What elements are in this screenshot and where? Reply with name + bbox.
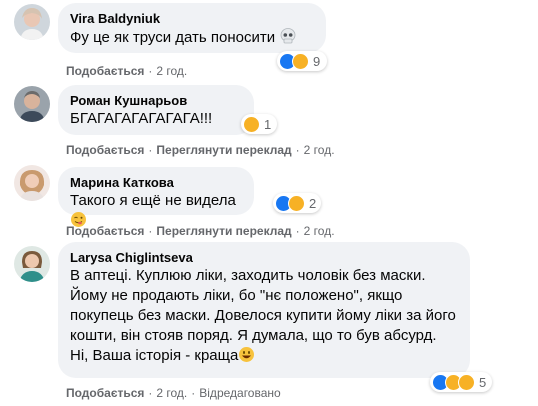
comment-text: В аптеці. Куплюю ліки, заходить чоловік … <box>70 266 458 369</box>
comment-author[interactable]: Роман Кушнарьов <box>70 92 242 109</box>
avatar[interactable] <box>14 4 50 40</box>
reaction-count: 5 <box>479 374 487 390</box>
reaction-count: 1 <box>264 116 272 132</box>
avatar[interactable] <box>14 246 50 282</box>
reactions-summary[interactable]: 9 <box>277 51 327 71</box>
comment: Larysa Chiglintseva В аптеці. Куплюю лік… <box>0 240 538 406</box>
comment-bubble: Марина Каткова Такого я ещё не видела <box>58 167 254 227</box>
comment: Роман Кушнарьов БГАГАГАГАГАГАГА!!! 1 Под… <box>0 82 538 158</box>
comment-author[interactable]: Марина Каткова <box>70 174 242 191</box>
like-button[interactable]: Подобається <box>66 386 144 400</box>
timestamp[interactable]: 2 год. <box>304 224 335 238</box>
reactions-summary[interactable]: 5 <box>430 372 492 392</box>
see-translation-button[interactable]: Переглянути переклад <box>156 143 291 157</box>
comment-actions: Подобається · Переглянути переклад · 2 год. <box>66 223 335 239</box>
avatar[interactable] <box>14 86 50 122</box>
separator: · <box>148 386 153 400</box>
timestamp[interactable]: 2 год. <box>156 64 187 78</box>
comment-bubble: Роман Кушнарьов БГАГАГАГАГАГАГА!!! <box>58 85 254 135</box>
haha-reaction-icon <box>292 52 309 70</box>
edited-label: Відредаговано <box>199 386 281 400</box>
separator: · <box>148 224 153 238</box>
like-button[interactable]: Подобається <box>66 224 144 238</box>
comment-actions: Подобається · Переглянути переклад · 2 год. <box>66 142 335 158</box>
skull-emoji <box>279 27 297 51</box>
reactions-summary[interactable]: 1 <box>241 114 277 134</box>
comment-bubble: Vira Baldyniuk Фу це як труси дать понос… <box>58 3 326 53</box>
comment-author[interactable]: Vira Baldyniuk <box>70 10 314 27</box>
reaction-count: 9 <box>313 53 321 69</box>
comment-author[interactable]: Larysa Chiglintseva <box>70 249 458 266</box>
separator: · <box>148 64 153 78</box>
comment-bubble: Larysa Chiglintseva В аптеці. Куплюю лік… <box>58 242 470 378</box>
comment: Vira Baldyniuk Фу це як труси дать понос… <box>0 0 538 80</box>
haha-reaction-icon <box>458 373 475 391</box>
see-translation-button[interactable]: Переглянути переклад <box>156 224 291 238</box>
separator: · <box>295 143 300 157</box>
avatar[interactable] <box>14 165 50 201</box>
comment-text: БГАГАГАГАГАГАГА!!! <box>70 110 213 127</box>
sad-reaction-icon <box>288 194 305 212</box>
reactions-summary[interactable]: 2 <box>273 193 321 213</box>
grin-emoji <box>238 346 255 369</box>
timestamp[interactable]: 2 год. <box>304 143 335 157</box>
haha-reaction-icon <box>243 115 260 133</box>
separator: · <box>191 386 196 400</box>
like-button[interactable]: Подобається <box>66 143 144 157</box>
like-button[interactable]: Подобається <box>66 64 144 78</box>
comment-actions: Подобається · 2 год. <box>66 63 187 79</box>
separator: · <box>295 224 300 238</box>
comment: Марина Каткова Такого я ещё не видела 2 … <box>0 161 538 238</box>
reaction-count: 2 <box>309 195 317 211</box>
timestamp[interactable]: 2 год. <box>156 386 187 400</box>
separator: · <box>148 143 153 157</box>
comment-actions: Подобається · 2 год. · Відредаговано <box>66 385 281 401</box>
comment-text: Фу це як труси дать поносити <box>70 27 314 51</box>
